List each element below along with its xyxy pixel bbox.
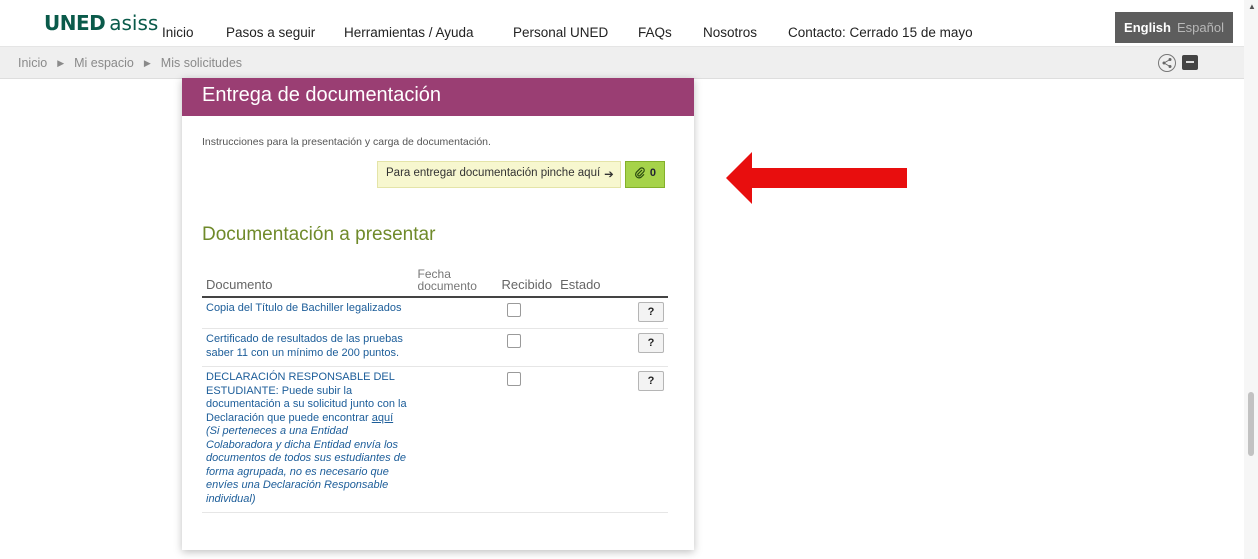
row-estado (556, 297, 624, 329)
nav-herramientas-ayuda[interactable]: Herramientas / Ayuda (344, 25, 474, 40)
language-espanol[interactable]: Español (1177, 20, 1224, 35)
row-estado (556, 366, 624, 513)
deliver-count: 0 (649, 167, 656, 179)
nav-faqs[interactable]: FAQs (638, 25, 672, 40)
logo-uned: UNED (44, 11, 106, 35)
red-arrow-icon (726, 152, 907, 204)
header-help (624, 268, 668, 298)
breadcrumb-inicio[interactable]: Inicio (18, 56, 47, 70)
recibido-checkbox[interactable] (507, 303, 522, 317)
deliver-button[interactable]: 0 (624, 161, 665, 188)
help-button[interactable]: ? (638, 371, 664, 391)
grid-icon[interactable] (1182, 55, 1198, 70)
deliver-documentation: Para entregar documentación pinche aquí … (377, 161, 665, 188)
logo-asiss: asiss (109, 11, 159, 35)
logo[interactable]: UNED asiss (44, 11, 158, 37)
top-navigation: UNED asiss Inicio Pasos a seguir Herrami… (0, 0, 1244, 47)
header-fecha-2: documento (417, 279, 477, 293)
language-english[interactable]: English (1124, 20, 1171, 35)
nav-inicio[interactable]: Inicio (162, 25, 194, 40)
nav-nosotros[interactable]: Nosotros (703, 25, 757, 40)
share-icon[interactable] (1158, 54, 1176, 72)
help-button[interactable]: ? (638, 333, 664, 353)
scroll-up-icon[interactable]: ▲ (1248, 2, 1256, 11)
breadcrumb: Inicio ▶ Mi espacio ▶ Mis solicitudes (18, 56, 242, 70)
table-header-row: Documento Fecha documento Recibido Estad… (202, 268, 668, 298)
header-fecha-documento: Fecha documento (413, 268, 498, 298)
help-button[interactable]: ? (638, 302, 664, 322)
scrollbar-thumb[interactable] (1248, 392, 1254, 456)
header-documento: Documento (202, 268, 414, 298)
table-row: Certificado de resultados de las pruebas… (202, 328, 668, 367)
breadcrumb-mis-solicitudes: Mis solicitudes (160, 56, 243, 70)
table-row: Copia del Título de Bachiller legalizado… (202, 297, 668, 329)
deliver-label-text: Para entregar documentación pinche aquí (386, 167, 601, 179)
instructions-text: Instrucciones para la presentación y car… (202, 136, 491, 148)
breadcrumb-mi-espacio[interactable]: Mi espacio (74, 56, 134, 70)
card-title: Entrega de documentación (182, 78, 694, 116)
declaracion-note: (Si perteneces a una Entidad Colaborador… (206, 425, 406, 505)
row-documento: Copia del Título de Bachiller legalizado… (202, 297, 414, 329)
breadcrumb-bar: Inicio ▶ Mi espacio ▶ Mis solicitudes (0, 47, 1244, 79)
declaracion-link[interactable]: aquí (372, 412, 393, 424)
language-switcher: English Español (1115, 12, 1233, 43)
row-fecha (413, 297, 498, 329)
nav-personal-uned[interactable]: Personal UNED (513, 25, 608, 40)
row-estado (556, 328, 624, 367)
section-title: Documentación a presentar (202, 224, 436, 245)
documents-table: Documento Fecha documento Recibido Estad… (202, 268, 668, 513)
chevron-right-icon: ▶ (143, 57, 151, 68)
chevron-right-icon: ▶ (57, 57, 65, 68)
deliver-label[interactable]: Para entregar documentación pinche aquí … (377, 161, 621, 188)
documentation-card: Entrega de documentación Instrucciones p… (182, 78, 694, 550)
nav-pasos-a-seguir[interactable]: Pasos a seguir (226, 25, 315, 40)
row-documento: DECLARACIÓN RESPONSABLE DEL ESTUDIANTE: … (202, 366, 414, 513)
paperclip-icon (634, 167, 646, 187)
arrow-right-icon: ➔ (604, 169, 614, 181)
recibido-checkbox[interactable] (507, 334, 522, 348)
header-estado: Estado (556, 268, 624, 298)
row-fecha (413, 366, 498, 513)
row-fecha (413, 328, 498, 367)
vertical-scrollbar[interactable]: ▲ (1244, 0, 1258, 559)
recibido-checkbox[interactable] (507, 372, 522, 386)
header-recibido: Recibido (497, 268, 557, 298)
row-documento: Certificado de resultados de las pruebas… (202, 328, 414, 367)
nav-contacto[interactable]: Contacto: Cerrado 15 de mayo (788, 25, 973, 40)
table-row: DECLARACIÓN RESPONSABLE DEL ESTUDIANTE: … (202, 366, 668, 513)
